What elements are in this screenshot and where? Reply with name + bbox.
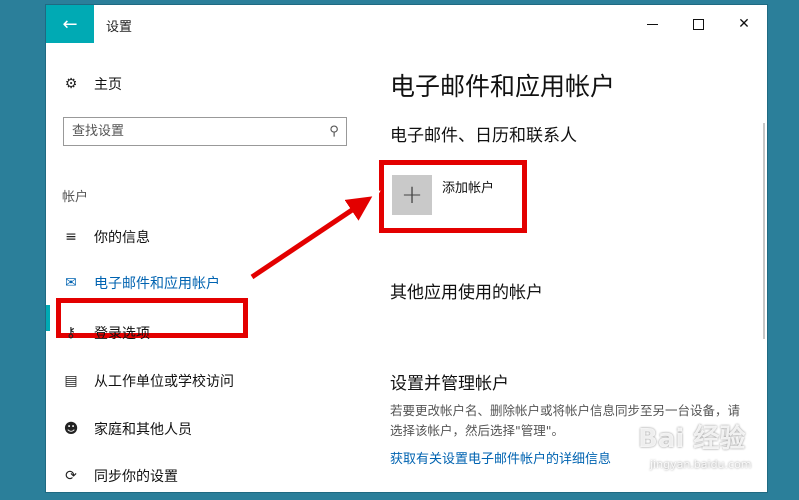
person-card-icon: ≡	[65, 229, 77, 245]
maximize-icon	[692, 18, 704, 30]
title-bar: ← 设置 ✕	[46, 5, 767, 43]
help-link[interactable]: 获取有关设置电子邮件帐户的详细信息	[390, 448, 611, 467]
key-icon: ⚷	[65, 325, 77, 341]
back-button[interactable]: ←	[46, 5, 94, 43]
sidebar-item-work-school[interactable]: ▤ 从工作单位或学校访问	[62, 369, 234, 393]
section-heading-email-calendar: 电子邮件、日历和联系人	[390, 126, 577, 146]
sidebar-item-your-info[interactable]: ≡ 你的信息	[62, 225, 150, 249]
sidebar-item-label: 你的信息	[94, 230, 150, 246]
watermark: Bai 经验 jingyan.baidu.com	[630, 418, 760, 484]
sidebar-item-sign-in-options[interactable]: ⚷ 登录选项	[62, 321, 150, 345]
minimize-icon	[646, 23, 658, 25]
close-button[interactable]: ✕	[721, 5, 767, 43]
search-box: ⚲	[63, 117, 347, 146]
gear-icon: ⚙	[64, 76, 78, 92]
sidebar-item-label: 从工作单位或学校访问	[94, 374, 234, 390]
search-icon[interactable]: ⚲	[322, 124, 346, 139]
sidebar-item-sync[interactable]: ⟳ 同步你的设置	[62, 464, 178, 488]
sidebar-item-label: 电子邮件和应用帐户	[94, 276, 220, 292]
section-heading-other-apps: 其他应用使用的帐户	[390, 283, 543, 303]
sync-icon: ⟳	[65, 468, 77, 484]
person-add-icon: ☻	[63, 421, 79, 437]
back-arrow-icon: ←	[62, 13, 78, 35]
sidebar: ⚙ 主页 ⚲ 帐户 ≡ 你的信息 ✉ 电子邮件和应用帐户 ⚷ 登录选项 ▤ 从工…	[46, 43, 376, 492]
section-heading-manage: 设置并管理帐户	[390, 374, 509, 394]
section-label: 帐户	[62, 190, 89, 205]
selection-indicator	[46, 305, 50, 331]
add-account-button[interactable]: + 添加帐户	[392, 175, 494, 215]
sidebar-item-label: 家庭和其他人员	[94, 422, 192, 438]
maximize-button[interactable]	[675, 5, 721, 43]
window-title: 设置	[106, 20, 133, 35]
watermark-logo: Bai 经验	[638, 424, 746, 454]
sidebar-item-home[interactable]: ⚙ 主页	[62, 72, 122, 96]
briefcase-icon: ▤	[64, 373, 78, 389]
close-icon: ✕	[738, 16, 750, 32]
add-account-label: 添加帐户	[442, 181, 495, 196]
sidebar-item-label: 主页	[94, 77, 122, 93]
sidebar-item-label: 登录选项	[94, 326, 150, 342]
sidebar-item-email-accounts[interactable]: ✉ 电子邮件和应用帐户	[62, 271, 220, 295]
mail-icon: ✉	[65, 275, 77, 291]
sidebar-item-label: 同步你的设置	[94, 469, 178, 485]
minimize-button[interactable]	[629, 5, 675, 43]
sidebar-item-family[interactable]: ☻ 家庭和其他人员	[62, 417, 192, 441]
plus-icon: +	[392, 175, 432, 215]
scrollbar[interactable]	[763, 123, 765, 339]
watermark-url: jingyan.baidu.com	[650, 458, 752, 471]
page-title: 电子邮件和应用帐户	[390, 72, 616, 101]
search-input[interactable]	[64, 119, 322, 144]
